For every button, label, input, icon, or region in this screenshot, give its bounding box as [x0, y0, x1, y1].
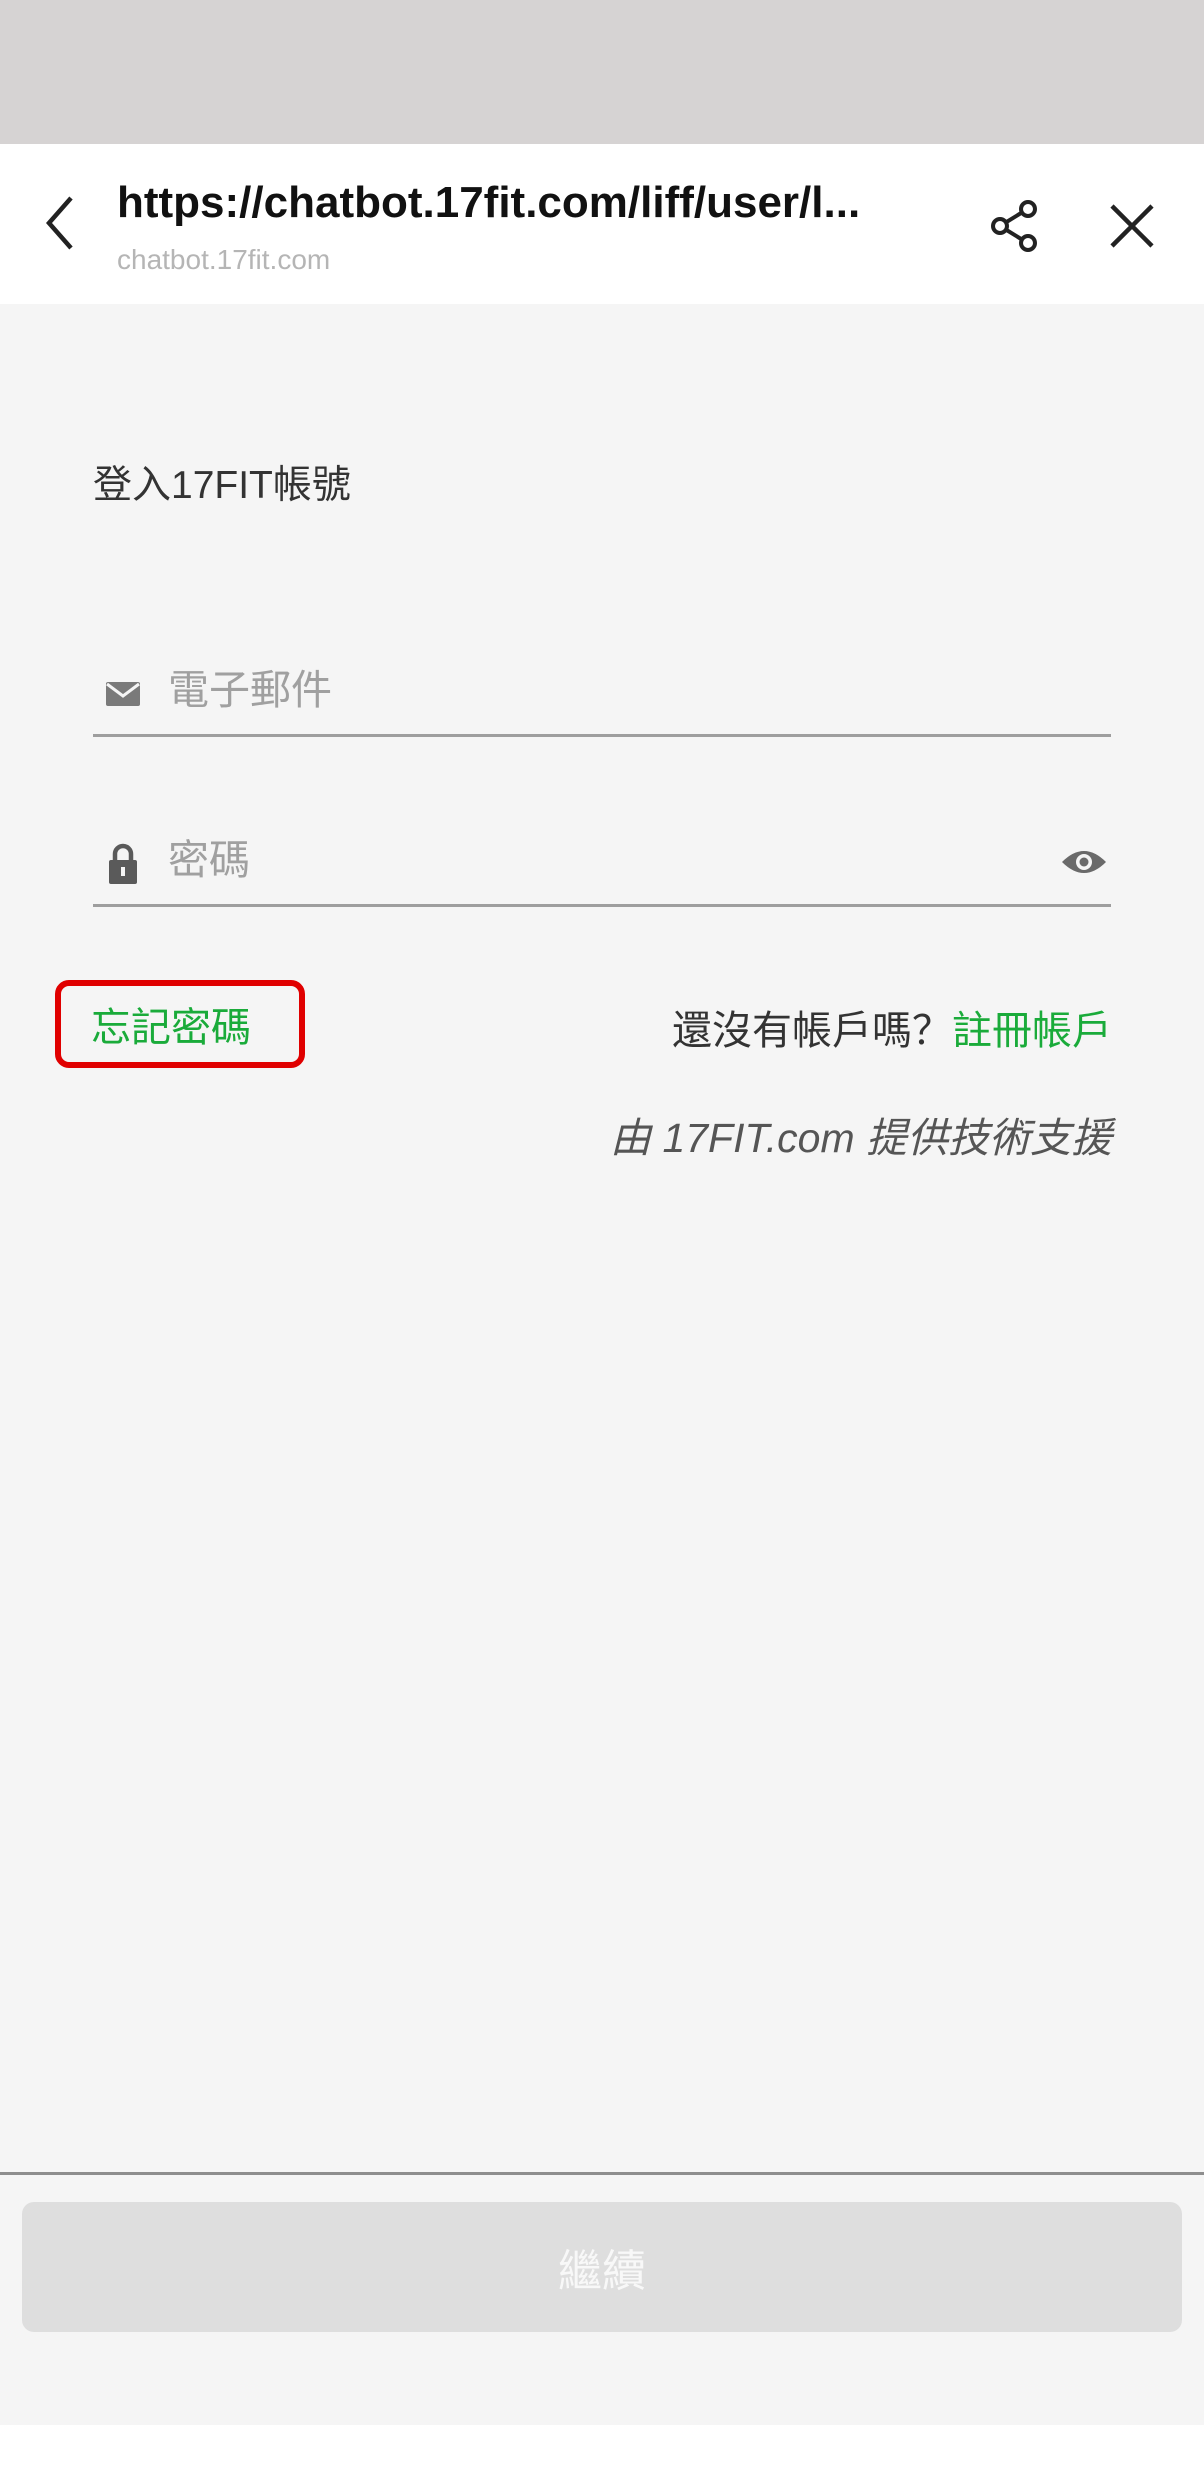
continue-button[interactable]: 繼續 — [22, 2202, 1182, 2332]
page-title: 登入17FIT帳號 — [93, 464, 351, 507]
mail-icon — [103, 674, 143, 714]
share-icon — [991, 200, 1037, 252]
status-bar — [0, 0, 1204, 144]
signup-link[interactable]: 註冊帳戶 — [952, 1009, 1112, 1053]
signup-prompt: 還沒有帳戶嗎？註冊帳戶 — [672, 998, 1112, 1056]
chevron-left-icon — [46, 196, 73, 250]
close-icon — [1110, 204, 1154, 248]
password-input[interactable] — [168, 832, 1018, 888]
browser-header: https://chatbot.17fit.com/liff/user/l...… — [0, 144, 1204, 304]
back-button[interactable] — [30, 188, 90, 258]
lock-icon — [103, 843, 143, 884]
forgot-password-link[interactable]: 忘記密碼 — [55, 980, 305, 1068]
bottom-nav-area — [0, 2425, 1204, 2475]
powered-by-text: 由 17FIT.com 提供技術支援 — [610, 1115, 1112, 1161]
email-input[interactable] — [168, 662, 1018, 718]
no-account-text: 還沒有帳戶嗎？ — [672, 1009, 952, 1053]
page-url: https://chatbot.17fit.com/liff/user/l... — [117, 178, 861, 227]
bottom-divider — [0, 2172, 1204, 2175]
close-button[interactable] — [1100, 194, 1164, 258]
password-field-container — [93, 814, 1111, 907]
email-field-container — [93, 644, 1111, 737]
share-button[interactable] — [982, 194, 1046, 258]
page-domain: chatbot.17fit.com — [117, 244, 331, 275]
login-form: 登入17FIT帳號 忘記密碼 還沒有帳戶嗎 — [0, 304, 1204, 2174]
eye-icon — [1062, 851, 1106, 873]
show-password-button[interactable] — [1057, 840, 1111, 884]
